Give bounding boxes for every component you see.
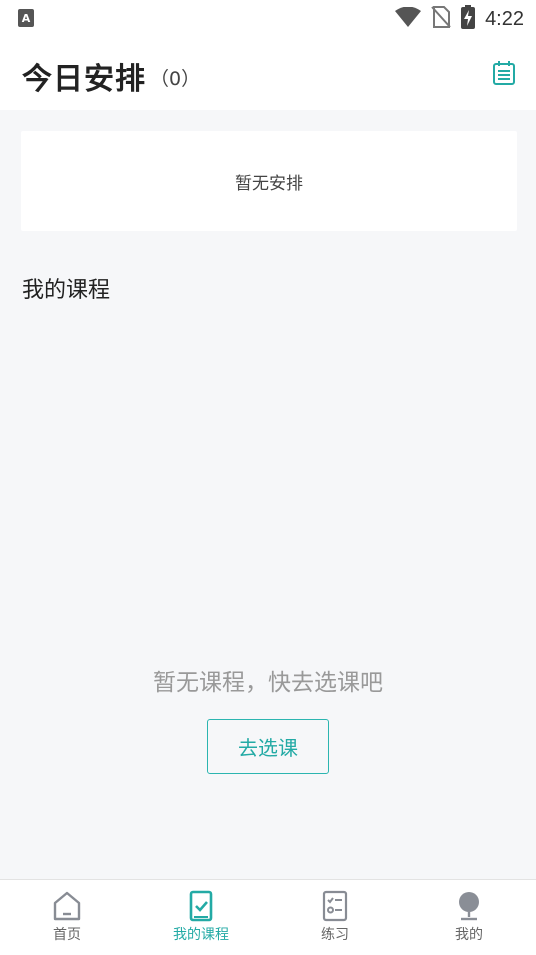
wifi-icon <box>395 6 422 31</box>
no-courses-text: 暂无课程，快去选课吧 <box>153 670 383 696</box>
battery-charging-icon <box>461 5 476 33</box>
svg-text:A: A <box>22 12 31 25</box>
no-sim-icon <box>431 5 451 33</box>
app-a-icon: A <box>18 9 34 31</box>
tab-label: 首页 <box>53 927 81 943</box>
tab-label: 我的课程 <box>173 927 229 943</box>
tab-label: 我的 <box>455 927 483 943</box>
status-bar: A 4:22 <box>0 0 536 36</box>
practice-icon <box>322 890 348 922</box>
tab-practice[interactable]: 练习 <box>268 880 402 955</box>
select-course-button[interactable]: 去选课 <box>207 719 329 774</box>
course-icon <box>189 890 213 922</box>
tab-label: 练习 <box>321 927 349 943</box>
calendar-icon <box>493 61 515 85</box>
status-time: 4:22 <box>485 7 524 30</box>
today-schedule-card: 暂无安排 <box>21 131 517 231</box>
tab-my-courses[interactable]: 我的课程 <box>134 880 268 955</box>
schedule-count: （0） <box>150 68 201 90</box>
tab-home[interactable]: 首页 <box>0 880 134 955</box>
profile-icon <box>459 892 479 921</box>
tab-profile[interactable]: 我的 <box>402 880 536 955</box>
bottom-tab-bar: 首页 我的课程 练习 我的 <box>0 879 536 955</box>
no-schedule-text: 暂无安排 <box>235 173 303 194</box>
header: 今日安排 （0） <box>0 36 536 110</box>
my-courses-title: 我的课程 <box>22 278 111 303</box>
calendar-button[interactable] <box>492 60 516 86</box>
home-icon <box>53 891 81 921</box>
page-title: 今日安排 <box>22 62 146 97</box>
